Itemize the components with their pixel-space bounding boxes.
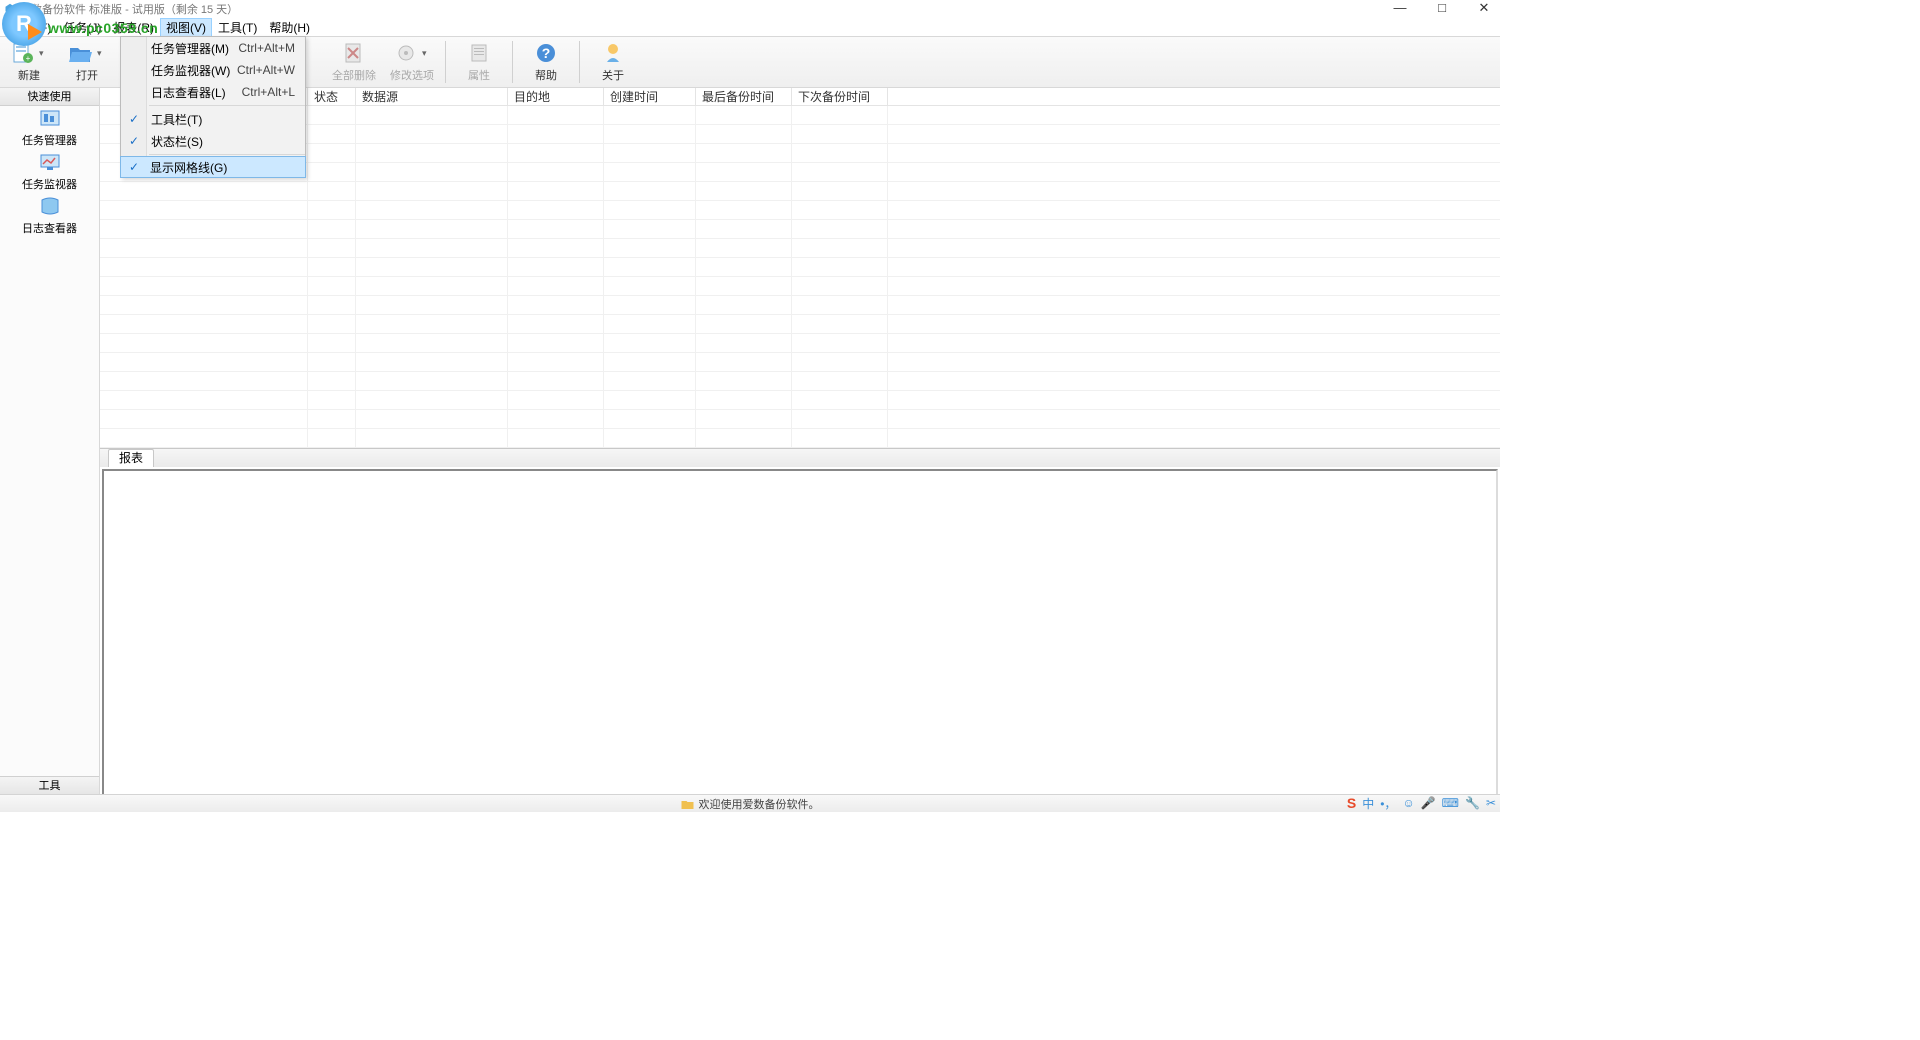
status-welcome: 欢迎使用爱数备份软件。	[699, 796, 820, 812]
menu-file[interactable]: 文件(F)	[6, 18, 57, 37]
sogou-icon[interactable]: S	[1347, 795, 1356, 811]
menu-tools[interactable]: 工具(T)	[212, 18, 263, 37]
close-button[interactable]: ✕	[1474, 0, 1494, 16]
ime-bar: S 中 •， ☺ 🎤 ⌨ 🔧 ✂	[1347, 794, 1496, 812]
chevron-down-icon: ▾	[97, 48, 107, 59]
app-icon	[4, 3, 16, 15]
properties-button: 属性	[450, 37, 508, 87]
table-row	[100, 106, 1500, 125]
help-icon: ?	[534, 42, 558, 64]
dropdown-task-manager[interactable]: 任务管理器(M) Ctrl+Alt+M	[121, 37, 305, 59]
sidebar-footer[interactable]: 工具	[0, 776, 99, 794]
grid-col-dest[interactable]: 目的地	[508, 88, 604, 105]
sidebar-item-log-viewer[interactable]: 日志查看器	[0, 194, 99, 238]
settings-icon	[394, 42, 418, 64]
table-row	[100, 410, 1500, 429]
menu-help[interactable]: 帮助(H)	[263, 18, 316, 37]
grid-col-status[interactable]: 状态	[308, 88, 356, 105]
task-monitor-icon	[38, 152, 62, 174]
table-row	[100, 125, 1500, 144]
delete-all-icon	[342, 42, 366, 64]
table-row	[100, 201, 1500, 220]
table-row	[100, 353, 1500, 372]
dropdown-log-viewer[interactable]: 日志查看器(L) Ctrl+Alt+L	[121, 81, 305, 103]
dropdown-gridlines-toggle[interactable]: 显示网格线(G)	[120, 156, 306, 178]
dropdown-toolbar-toggle[interactable]: 工具栏(T)	[121, 108, 305, 130]
folder-icon	[681, 798, 695, 810]
table-row	[100, 391, 1500, 410]
about-button[interactable]: 关于	[584, 37, 642, 87]
table-row	[100, 163, 1500, 182]
sidebar-item-task-manager[interactable]: 任务管理器	[0, 106, 99, 150]
table-row	[100, 258, 1500, 277]
menu-task[interactable]: 任务(J)	[57, 18, 107, 37]
sidebar: 快速使用 任务管理器 任务监视器 日志查看器 工具	[0, 88, 100, 794]
table-row	[100, 144, 1500, 163]
table-row	[100, 220, 1500, 239]
table-row	[100, 334, 1500, 353]
dropdown-task-monitor[interactable]: 任务监视器(W) Ctrl+Alt+W	[121, 59, 305, 81]
toolbar-separator	[445, 41, 446, 83]
tab-strip: 报表	[100, 448, 1500, 467]
window-controls: — □ ✕	[1390, 0, 1494, 16]
chevron-down-icon: ▾	[422, 48, 432, 59]
ime-punct-icon[interactable]: •，	[1380, 795, 1396, 812]
chevron-down-icon: ▾	[39, 48, 49, 59]
content-area: 状态 数据源 目的地 创建时间 最后备份时间 下次备份时间 报表	[100, 88, 1500, 794]
dropdown-separator	[149, 105, 305, 106]
table-row	[100, 182, 1500, 201]
sidebar-header[interactable]: 快速使用	[0, 88, 99, 106]
about-icon	[601, 42, 625, 64]
grid-header: 状态 数据源 目的地 创建时间 最后备份时间 下次备份时间	[100, 88, 1500, 106]
table-row	[100, 372, 1500, 391]
menu-bar: 文件(F) 任务(J) 报表(R) 视图(V) 工具(T) 帮助(H)	[0, 18, 1500, 36]
table-row	[100, 239, 1500, 258]
maximize-button[interactable]: □	[1432, 0, 1452, 16]
tab-report[interactable]: 报表	[108, 449, 154, 467]
table-row	[100, 296, 1500, 315]
sidebar-item-task-monitor[interactable]: 任务监视器	[0, 150, 99, 194]
report-panel	[102, 469, 1498, 799]
grid-col-nextbackup[interactable]: 下次备份时间	[792, 88, 888, 105]
toolbar-separator	[512, 41, 513, 83]
ime-cut-icon[interactable]: ✂	[1486, 796, 1496, 810]
log-viewer-icon	[38, 196, 62, 218]
task-manager-icon	[38, 108, 62, 130]
open-button[interactable]: ▾ 打开	[58, 37, 116, 87]
svg-text:+: +	[26, 54, 31, 63]
menu-report[interactable]: 报表(R)	[107, 18, 160, 37]
dropdown-statusbar-toggle[interactable]: 状态栏(S)	[121, 130, 305, 152]
window-title: 爱数备份软件 标准版 - 试用版（剩余 15 天）	[20, 1, 238, 17]
open-folder-icon	[68, 42, 94, 64]
properties-icon	[467, 42, 491, 64]
minimize-button[interactable]: —	[1390, 0, 1410, 16]
view-dropdown: 任务管理器(M) Ctrl+Alt+M 任务监视器(W) Ctrl+Alt+W …	[120, 36, 306, 178]
grid-col-lastbackup[interactable]: 最后备份时间	[696, 88, 792, 105]
new-file-icon: +	[10, 42, 36, 64]
table-row	[100, 429, 1500, 448]
ime-keyboard-icon[interactable]: ⌨	[1442, 796, 1459, 810]
grid-body	[100, 106, 1500, 448]
grid-col-source[interactable]: 数据源	[356, 88, 508, 105]
ime-mic-icon[interactable]: 🎤	[1421, 796, 1436, 810]
status-bar: 欢迎使用爱数备份软件。 S 中 •， ☺ 🎤 ⌨ 🔧 ✂	[0, 794, 1500, 812]
svg-text:?: ?	[542, 45, 551, 61]
ime-smile-icon[interactable]: ☺	[1402, 796, 1414, 810]
new-button[interactable]: + ▾ 新建	[0, 37, 58, 87]
dropdown-separator	[149, 154, 305, 155]
modify-options-button: ▾ 修改选项	[383, 37, 441, 87]
table-row	[100, 277, 1500, 296]
delete-all-button: 全部删除	[325, 37, 383, 87]
ime-wrench-icon[interactable]: 🔧	[1465, 796, 1480, 810]
table-row	[100, 315, 1500, 334]
toolbar-separator	[579, 41, 580, 83]
help-button[interactable]: ? 帮助	[517, 37, 575, 87]
ime-lang[interactable]: 中	[1362, 795, 1374, 812]
grid-col-created[interactable]: 创建时间	[604, 88, 696, 105]
menu-view[interactable]: 视图(V)	[160, 18, 212, 37]
title-bar: 爱数备份软件 标准版 - 试用版（剩余 15 天）	[0, 0, 1500, 18]
